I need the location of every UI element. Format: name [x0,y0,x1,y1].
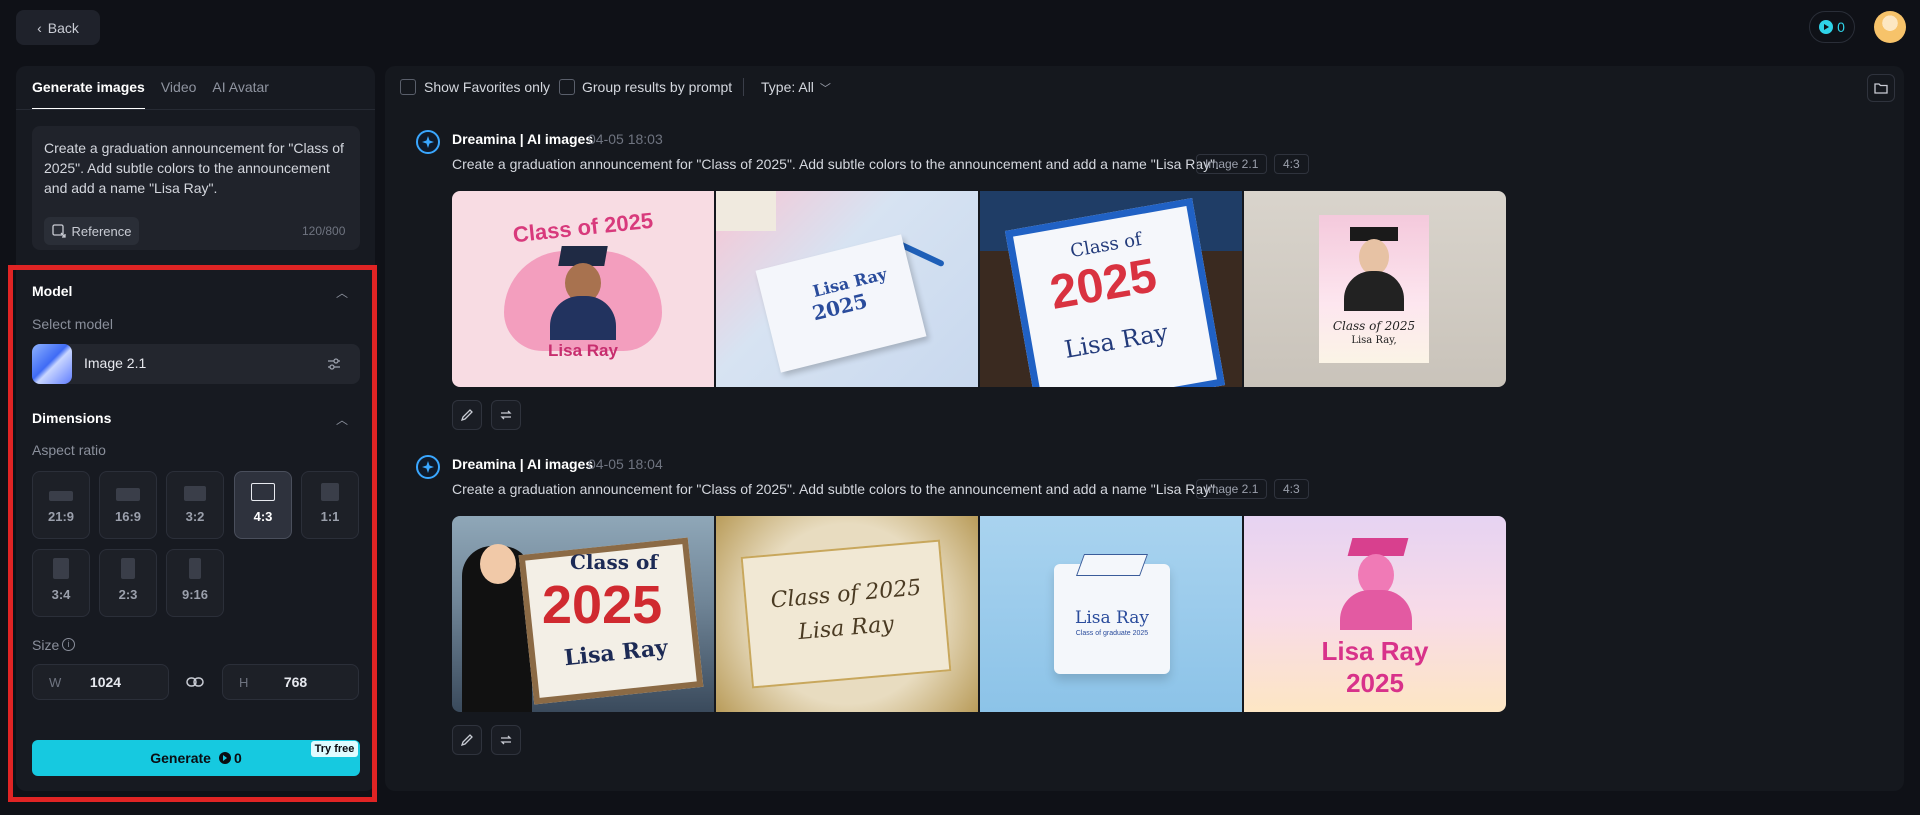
dreamina-logo-icon [416,455,440,479]
favorites-checkbox[interactable] [400,79,416,95]
generation-time: 04-05 18:04 [588,456,663,472]
generation-prompt[interactable]: Create a graduation announcement for "Cl… [452,156,1219,172]
pencil-icon [460,409,473,422]
char-count: 120/800 [302,224,346,238]
filter-divider [743,78,744,96]
tab-ai-avatar[interactable]: AI Avatar [212,78,269,110]
image-text: Lisa Ray [548,341,618,360]
ratio-tag: 4:3 [1274,479,1309,499]
generated-image[interactable]: Class of 2025 Lisa Ray [980,191,1242,387]
regenerate-button[interactable] [491,400,521,430]
regenerate-icon [500,410,512,420]
generation-source: Dreamina | AI images [452,131,594,147]
chevron-left-icon: ‹ [37,19,42,36]
ratio-tag: 4:3 [1274,154,1309,174]
image-text: Class of [570,550,658,574]
mode-tabs: Generate images Video AI Avatar [32,78,269,110]
model-tag: Image 2.1 [1196,479,1268,499]
image-text: Lisa Ray [1075,608,1149,628]
image-text: 2025 [542,575,663,635]
pencil-icon [460,734,473,747]
folder-button[interactable] [1867,74,1895,102]
credits-badge[interactable]: 0 [1809,11,1855,43]
type-filter[interactable]: Type: All ﹀ [761,79,831,96]
chevron-down-icon: ﹀ [819,83,831,95]
image-reference-icon [51,224,66,238]
image-text: Lisa Ray [1321,636,1429,666]
edit-button[interactable] [452,400,482,430]
prompt-text[interactable]: Create a graduation announcement for "Cl… [44,138,349,198]
generated-image[interactable]: Class of 2025 Lisa Ray [452,516,714,712]
regenerate-icon [500,735,512,745]
tabs-divider [16,109,375,110]
generated-image[interactable]: Class of 2025 Lisa Ray [716,516,978,712]
group-checkbox[interactable] [559,79,575,95]
reference-button[interactable]: Reference [44,217,139,245]
regenerate-button[interactable] [491,725,521,755]
reference-label: Reference [71,223,132,239]
generation-prompt[interactable]: Create a graduation announcement for "Cl… [452,481,1219,497]
generated-image[interactable]: Class of 2025 Lisa Ray [452,191,714,387]
generated-image[interactable]: Lisa Ray Class of graduate 2025 [980,516,1242,712]
credit-icon [1819,20,1834,34]
type-filter-label: Type: All [761,79,814,95]
tab-generate-images[interactable]: Generate images [32,78,145,110]
model-tag: Image 2.1 [1196,154,1268,174]
generation-source: Dreamina | AI images [452,456,594,472]
group-label[interactable]: Group results by prompt [582,79,732,95]
back-label: Back [47,19,79,36]
generated-image[interactable]: Class of 2025 Lisa Ray, [1244,191,1506,387]
image-text: Lisa Ray, [1351,335,1397,346]
folder-icon [1874,83,1888,94]
generation-time: 04-05 18:03 [588,131,663,147]
generated-image[interactable]: Lisa Ray 2025 [716,191,978,387]
favorites-label[interactable]: Show Favorites only [424,79,550,95]
dreamina-logo-icon [416,130,440,154]
tab-video[interactable]: Video [161,78,197,110]
highlight-box [8,265,377,802]
edit-button[interactable] [452,725,482,755]
avatar[interactable] [1874,11,1906,43]
back-button[interactable]: ‹ Back [16,10,100,45]
generated-image[interactable]: Lisa Ray 2025 [1244,516,1506,712]
image-text: Class of graduate 2025 [1075,630,1149,637]
image-text: Class of 2025 [1332,319,1416,333]
credits-count: 0 [1837,19,1845,35]
image-text: 2025 [1346,668,1404,698]
